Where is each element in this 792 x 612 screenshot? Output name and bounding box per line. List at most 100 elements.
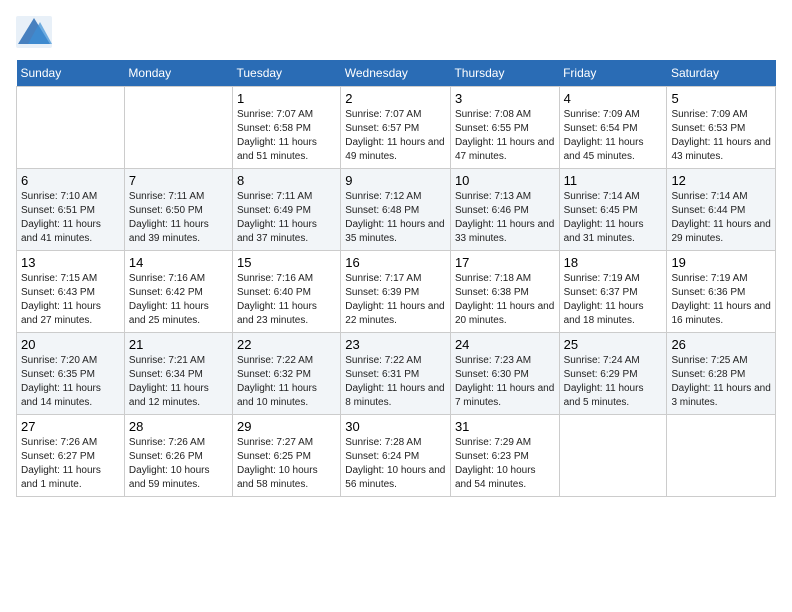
day-number: 15	[237, 255, 336, 270]
calendar-cell: 31Sunrise: 7:29 AMSunset: 6:23 PMDayligh…	[450, 415, 559, 497]
cell-content: Sunrise: 7:08 AMSunset: 6:55 PMDaylight:…	[455, 108, 555, 164]
cell-content: Sunrise: 7:10 AMSunset: 6:51 PMDaylight:…	[21, 190, 120, 246]
calendar-body: 1Sunrise: 7:07 AMSunset: 6:58 PMDaylight…	[17, 87, 776, 497]
calendar-week-row: 13 Sunrise: 7:15 AMSunset: 6:43 PMDayligh…	[17, 251, 776, 333]
calendar-cell: 24 Sunrise: 7:23 AMSunset: 6:30 PMDayligh…	[450, 333, 559, 415]
cell-content: Sunrise: 7:14 AMSunset: 6:44 PMDaylight:…	[671, 190, 771, 246]
cell-content: Sunrise: 7:16 AMSunset: 6:42 PMDaylight:…	[129, 272, 228, 328]
day-number: 12	[671, 173, 771, 188]
calendar-cell: 3 Sunrise: 7:08 AMSunset: 6:55 PMDaylight…	[450, 87, 559, 169]
cell-content: Sunrise: 7:24 AMSunset: 6:29 PMDaylight:…	[564, 354, 663, 410]
cell-content: Sunrise: 7:22 AMSunset: 6:32 PMDaylight:…	[237, 354, 336, 410]
calendar-cell: 19 Sunrise: 7:19 AMSunset: 6:36 PMDayligh…	[667, 251, 776, 333]
calendar-cell: 30Sunrise: 7:28 AMSunset: 6:24 PMDayligh…	[341, 415, 451, 497]
calendar-week-row: 6 Sunrise: 7:10 AMSunset: 6:51 PMDaylight…	[17, 169, 776, 251]
day-number: 24	[455, 337, 555, 352]
calendar-header-friday: Friday	[559, 60, 667, 87]
calendar-header-monday: Monday	[124, 60, 232, 87]
calendar-cell: 25 Sunrise: 7:24 AMSunset: 6:29 PMDayligh…	[559, 333, 667, 415]
cell-content: Sunrise: 7:11 AMSunset: 6:49 PMDaylight:…	[237, 190, 336, 246]
day-number: 3	[455, 91, 555, 106]
day-number: 19	[671, 255, 771, 270]
cell-content: Sunrise: 7:18 AMSunset: 6:38 PMDaylight:…	[455, 272, 555, 328]
calendar-cell: 26 Sunrise: 7:25 AMSunset: 6:28 PMDayligh…	[667, 333, 776, 415]
day-number: 25	[564, 337, 663, 352]
day-number: 18	[564, 255, 663, 270]
day-number: 7	[129, 173, 228, 188]
cell-content: Sunrise: 7:21 AMSunset: 6:34 PMDaylight:…	[129, 354, 228, 410]
cell-content: Sunrise: 7:14 AMSunset: 6:45 PMDaylight:…	[564, 190, 663, 246]
calendar-cell: 6 Sunrise: 7:10 AMSunset: 6:51 PMDaylight…	[17, 169, 125, 251]
calendar-cell	[667, 415, 776, 497]
cell-content: Sunrise: 7:29 AMSunset: 6:23 PMDaylight:…	[455, 436, 555, 492]
calendar-cell: 18 Sunrise: 7:19 AMSunset: 6:37 PMDayligh…	[559, 251, 667, 333]
day-number: 22	[237, 337, 336, 352]
cell-content: Sunrise: 7:17 AMSunset: 6:39 PMDaylight:…	[345, 272, 446, 328]
calendar-cell: 22 Sunrise: 7:22 AMSunset: 6:32 PMDayligh…	[232, 333, 340, 415]
day-number: 2	[345, 91, 446, 106]
cell-content: Sunrise: 7:15 AMSunset: 6:43 PMDaylight:…	[21, 272, 120, 328]
cell-content: Sunrise: 7:16 AMSunset: 6:40 PMDaylight:…	[237, 272, 336, 328]
day-number: 16	[345, 255, 446, 270]
day-number: 6	[21, 173, 120, 188]
day-number: 11	[564, 173, 663, 188]
cell-content: Sunrise: 7:20 AMSunset: 6:35 PMDaylight:…	[21, 354, 120, 410]
cell-content: Sunrise: 7:19 AMSunset: 6:36 PMDaylight:…	[671, 272, 771, 328]
day-number: 21	[129, 337, 228, 352]
calendar-week-row: 20 Sunrise: 7:20 AMSunset: 6:35 PMDayligh…	[17, 333, 776, 415]
calendar-cell	[124, 87, 232, 169]
calendar-cell: 16 Sunrise: 7:17 AMSunset: 6:39 PMDayligh…	[341, 251, 451, 333]
header	[16, 16, 776, 48]
day-number: 10	[455, 173, 555, 188]
day-number: 14	[129, 255, 228, 270]
day-number: 20	[21, 337, 120, 352]
cell-content: Sunrise: 7:28 AMSunset: 6:24 PMDaylight:…	[345, 436, 446, 492]
calendar-cell: 4 Sunrise: 7:09 AMSunset: 6:54 PMDaylight…	[559, 87, 667, 169]
day-number: 28	[129, 419, 228, 434]
calendar-cell: 8 Sunrise: 7:11 AMSunset: 6:49 PMDaylight…	[232, 169, 340, 251]
calendar-header-row: SundayMondayTuesdayWednesdayThursdayFrid…	[17, 60, 776, 87]
cell-content: Sunrise: 7:27 AMSunset: 6:25 PMDaylight:…	[237, 436, 336, 492]
cell-content: Sunrise: 7:26 AMSunset: 6:27 PMDaylight:…	[21, 436, 120, 492]
cell-content: Sunrise: 7:22 AMSunset: 6:31 PMDaylight:…	[345, 354, 446, 410]
calendar-cell: 2 Sunrise: 7:07 AMSunset: 6:57 PMDaylight…	[341, 87, 451, 169]
calendar-cell: 10 Sunrise: 7:13 AMSunset: 6:46 PMDayligh…	[450, 169, 559, 251]
day-number: 26	[671, 337, 771, 352]
cell-content: Sunrise: 7:09 AMSunset: 6:53 PMDaylight:…	[671, 108, 771, 164]
calendar-cell: 5 Sunrise: 7:09 AMSunset: 6:53 PMDaylight…	[667, 87, 776, 169]
day-number: 5	[671, 91, 771, 106]
cell-content: Sunrise: 7:09 AMSunset: 6:54 PMDaylight:…	[564, 108, 663, 164]
cell-content: Sunrise: 7:13 AMSunset: 6:46 PMDaylight:…	[455, 190, 555, 246]
calendar-cell: 20 Sunrise: 7:20 AMSunset: 6:35 PMDayligh…	[17, 333, 125, 415]
calendar-table: SundayMondayTuesdayWednesdayThursdayFrid…	[16, 60, 776, 497]
calendar-week-row: 1Sunrise: 7:07 AMSunset: 6:58 PMDaylight…	[17, 87, 776, 169]
day-number: 23	[345, 337, 446, 352]
calendar-cell: 17 Sunrise: 7:18 AMSunset: 6:38 PMDayligh…	[450, 251, 559, 333]
cell-content: Sunrise: 7:07 AMSunset: 6:57 PMDaylight:…	[345, 108, 446, 164]
day-number: 17	[455, 255, 555, 270]
calendar-cell: 23 Sunrise: 7:22 AMSunset: 6:31 PMDayligh…	[341, 333, 451, 415]
cell-content: Sunrise: 7:19 AMSunset: 6:37 PMDaylight:…	[564, 272, 663, 328]
day-number: 9	[345, 173, 446, 188]
day-number: 13	[21, 255, 120, 270]
cell-content: Sunrise: 7:25 AMSunset: 6:28 PMDaylight:…	[671, 354, 771, 410]
cell-content: Sunrise: 7:26 AMSunset: 6:26 PMDaylight:…	[129, 436, 228, 492]
calendar-header-saturday: Saturday	[667, 60, 776, 87]
day-number: 27	[21, 419, 120, 434]
day-number: 8	[237, 173, 336, 188]
calendar-cell: 7 Sunrise: 7:11 AMSunset: 6:50 PMDaylight…	[124, 169, 232, 251]
calendar-cell: 27 Sunrise: 7:26 AMSunset: 6:27 PMDayligh…	[17, 415, 125, 497]
calendar-week-row: 27 Sunrise: 7:26 AMSunset: 6:27 PMDayligh…	[17, 415, 776, 497]
logo	[16, 16, 54, 48]
calendar-header-tuesday: Tuesday	[232, 60, 340, 87]
cell-content: Sunrise: 7:12 AMSunset: 6:48 PMDaylight:…	[345, 190, 446, 246]
calendar-header-sunday: Sunday	[17, 60, 125, 87]
day-number: 29	[237, 419, 336, 434]
calendar-cell: 14 Sunrise: 7:16 AMSunset: 6:42 PMDayligh…	[124, 251, 232, 333]
calendar-cell: 29 Sunrise: 7:27 AMSunset: 6:25 PMDayligh…	[232, 415, 340, 497]
day-number: 4	[564, 91, 663, 106]
cell-content: Sunrise: 7:11 AMSunset: 6:50 PMDaylight:…	[129, 190, 228, 246]
calendar-cell: 28 Sunrise: 7:26 AMSunset: 6:26 PMDayligh…	[124, 415, 232, 497]
calendar-header-wednesday: Wednesday	[341, 60, 451, 87]
cell-content: Sunrise: 7:23 AMSunset: 6:30 PMDaylight:…	[455, 354, 555, 410]
